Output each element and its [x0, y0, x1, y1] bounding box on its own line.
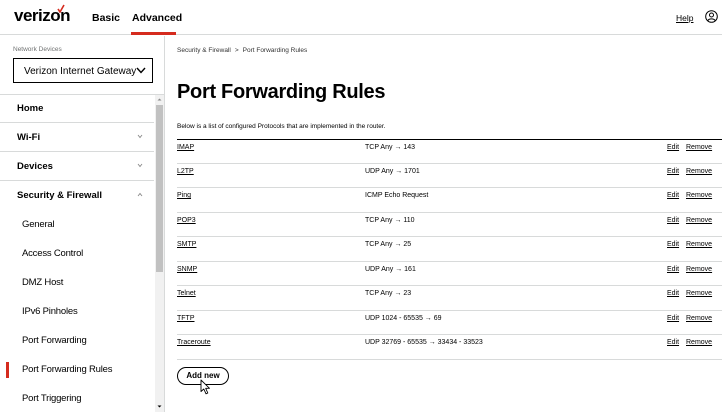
sidebar-subitem-label: Access Control — [22, 248, 84, 259]
verizon-checkmark-icon — [57, 4, 65, 13]
sidebar-item-wifi[interactable]: Wi-Fi — [0, 123, 154, 152]
sidebar-subitem-port-triggering[interactable]: Port Triggering — [0, 384, 154, 412]
rule-name-link[interactable]: Traceroute — [177, 339, 211, 346]
remove-link[interactable]: Remove — [686, 192, 712, 199]
edit-link[interactable]: Edit — [667, 241, 679, 248]
top-navigation-bar: verizon Basic Advanced Help — [0, 0, 722, 35]
sidebar-subitem-label: Port Forwarding Rules — [22, 364, 113, 375]
chevron-down-icon — [136, 67, 146, 74]
edit-link[interactable]: Edit — [667, 168, 679, 175]
active-tab-indicator — [131, 32, 176, 35]
scrollbar-thumb[interactable] — [156, 105, 163, 272]
sidebar-menu: Home Wi-Fi Devices Security & Firewall G… — [0, 94, 154, 412]
rule-name-link[interactable]: TFTP — [177, 315, 195, 322]
rule-description: UDP 1024 - 65535 → 69 — [365, 314, 442, 322]
sidebar-subitem-label: DMZ Host — [22, 277, 64, 288]
sidebar-item-label: Home — [17, 103, 44, 114]
sidebar-item-devices[interactable]: Devices — [0, 152, 154, 181]
sidebar-item-security-firewall[interactable]: Security & Firewall — [0, 181, 154, 210]
tab-advanced[interactable]: Advanced — [132, 12, 182, 24]
remove-link[interactable]: Remove — [686, 315, 712, 322]
remove-link[interactable]: Remove — [686, 339, 712, 346]
sidebar-subitem-label: Port Forwarding — [22, 335, 87, 346]
breadcrumb-current: Port Forwarding Rules — [242, 47, 308, 54]
network-devices-label: Network Devices — [13, 46, 62, 53]
sidebar-item-label: Devices — [17, 161, 53, 172]
rule-description: UDP Any → 1701 — [365, 167, 420, 175]
edit-link[interactable]: Edit — [667, 144, 679, 151]
edit-link[interactable]: Edit — [667, 315, 679, 322]
sidebar-subitem-ipv6-pinholes[interactable]: IPv6 Pinholes — [0, 297, 154, 326]
sidebar-subitem-label: Port Triggering — [22, 393, 82, 404]
tab-basic[interactable]: Basic — [92, 12, 120, 24]
remove-link[interactable]: Remove — [686, 241, 712, 248]
table-row: Traceroute UDP 32769 - 65535 → 33434 - 3… — [177, 335, 722, 360]
sidebar-subitem-dmz-host[interactable]: DMZ Host — [0, 268, 154, 297]
table-row: Telnet TCP Any → 23 Edit Remove — [177, 286, 722, 311]
table-row: POP3 TCP Any → 110 Edit Remove — [177, 213, 722, 237]
device-select-value: Verizon Internet Gateway — [24, 66, 137, 77]
sidebar-subitem-port-forwarding[interactable]: Port Forwarding — [0, 326, 154, 355]
breadcrumb-separator: > — [234, 47, 239, 54]
chevron-down-icon — [137, 163, 143, 168]
edit-link[interactable]: Edit — [667, 339, 679, 346]
device-select[interactable]: Verizon Internet Gateway — [13, 58, 153, 83]
rule-name-link[interactable]: POP3 — [177, 217, 196, 224]
sidebar-item-label: Wi-Fi — [17, 132, 41, 143]
rule-description: TCP Any → 110 — [365, 216, 415, 224]
sidebar-item-label: Security & Firewall — [17, 190, 103, 201]
edit-link[interactable]: Edit — [667, 290, 679, 297]
table-row: Ping ICMP Echo Request Edit Remove — [177, 188, 722, 213]
port-forwarding-rules-table: IMAP TCP Any → 143 Edit Remove L2TP UDP … — [177, 139, 722, 360]
sidebar-subitem-port-forwarding-rules[interactable]: Port Forwarding Rules — [0, 355, 154, 384]
rule-description: UDP Any → 161 — [365, 265, 416, 273]
rule-name-link[interactable]: Ping — [177, 192, 191, 199]
edit-link[interactable]: Edit — [667, 217, 679, 224]
rule-description: TCP Any → 23 — [365, 290, 412, 297]
rule-description: UDP 32769 - 65535 → 33434 - 33523 — [365, 339, 483, 346]
table-row: TFTP UDP 1024 - 65535 → 69 Edit Remove — [177, 311, 722, 335]
rule-description: TCP Any → 143 — [365, 144, 416, 151]
chevron-down-icon — [137, 134, 143, 139]
remove-link[interactable]: Remove — [686, 266, 712, 273]
table-row: L2TP UDP Any → 1701 Edit Remove — [177, 164, 722, 188]
sidebar-subitem-general[interactable]: General — [0, 210, 154, 239]
rule-name-link[interactable]: SNMP — [177, 266, 197, 273]
remove-link[interactable]: Remove — [686, 144, 712, 151]
breadcrumb-parent[interactable]: Security & Firewall — [177, 47, 231, 54]
sidebar-subitem-label: General — [22, 219, 55, 230]
sidebar-subitem-label: IPv6 Pinholes — [22, 306, 78, 317]
page-title: Port Forwarding Rules — [177, 81, 386, 103]
edit-link[interactable]: Edit — [667, 192, 679, 199]
sidebar: Network Devices Verizon Internet Gateway… — [0, 36, 165, 412]
rule-description: TCP Any → 25 — [365, 241, 412, 248]
help-link[interactable]: Help — [676, 13, 693, 23]
rule-name-link[interactable]: L2TP — [177, 168, 194, 175]
sidebar-scrollbar[interactable] — [155, 95, 164, 412]
edit-link[interactable]: Edit — [667, 266, 679, 273]
sidebar-subitem-access-control[interactable]: Access Control — [0, 239, 154, 268]
sidebar-item-home[interactable]: Home — [0, 94, 154, 123]
remove-link[interactable]: Remove — [686, 168, 712, 175]
rule-name-link[interactable]: SMTP — [177, 241, 196, 248]
mouse-pointer-icon — [200, 379, 210, 395]
chevron-up-icon — [137, 192, 143, 197]
user-circle-icon[interactable] — [705, 10, 718, 23]
remove-link[interactable]: Remove — [686, 217, 712, 224]
rule-description: ICMP Echo Request — [365, 192, 429, 199]
remove-link[interactable]: Remove — [686, 290, 712, 297]
breadcrumb: Security & Firewall > Port Forwarding Rule… — [177, 47, 307, 54]
table-row: IMAP TCP Any → 143 Edit Remove — [177, 139, 722, 164]
rule-name-link[interactable]: IMAP — [177, 144, 194, 151]
table-row: SMTP TCP Any → 25 Edit Remove — [177, 237, 722, 262]
table-row: SNMP UDP Any → 161 Edit Remove — [177, 262, 722, 286]
main-content: Security & Firewall > Port Forwarding Rule… — [165, 36, 722, 412]
scroll-down-arrow-icon[interactable] — [155, 402, 164, 411]
intro-text: Below is a list of configured Protocols … — [177, 123, 386, 130]
scroll-up-arrow-icon[interactable] — [155, 95, 164, 104]
rule-name-link[interactable]: Telnet — [177, 290, 196, 297]
